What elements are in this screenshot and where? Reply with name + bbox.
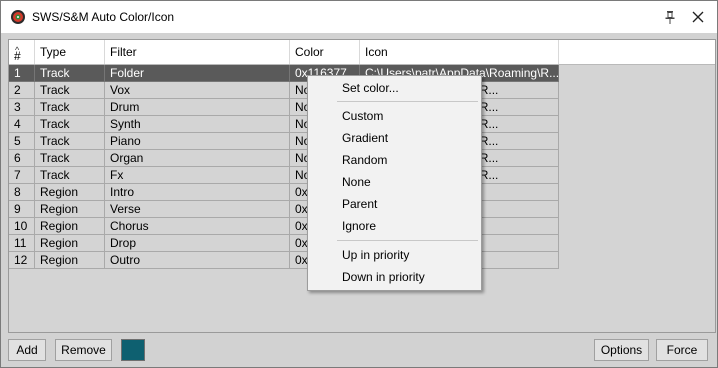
cell-filter: Piano xyxy=(105,133,290,150)
menu-item-up-in-priority[interactable]: Up in priority xyxy=(309,244,480,266)
cell-number: 11 xyxy=(9,235,35,252)
cell-number: 7 xyxy=(9,167,35,184)
cell-filter: Synth xyxy=(105,116,290,133)
cell-filter: Verse xyxy=(105,201,290,218)
cell-number: 10 xyxy=(9,218,35,235)
cell-type: Region xyxy=(35,218,105,235)
menu-item-parent[interactable]: Parent xyxy=(309,193,480,215)
cell-type: Region xyxy=(35,252,105,269)
color-swatch[interactable] xyxy=(121,339,145,361)
column-header-number[interactable]: ^ # xyxy=(9,40,35,64)
column-header-color[interactable]: Color xyxy=(290,40,360,64)
cell-type: Track xyxy=(35,150,105,167)
cell-type: Track xyxy=(35,65,105,82)
cell-type: Track xyxy=(35,116,105,133)
cell-filter: Drum xyxy=(105,99,290,116)
cell-filter: Outro xyxy=(105,252,290,269)
cell-type: Track xyxy=(35,167,105,184)
cell-type: Region xyxy=(35,235,105,252)
cell-filter: Vox xyxy=(105,82,290,99)
pin-icon[interactable] xyxy=(661,8,679,26)
cell-filter: Folder xyxy=(105,65,290,82)
cell-filter: Chorus xyxy=(105,218,290,235)
reaper-logo-icon xyxy=(10,9,26,25)
cell-number: 12 xyxy=(9,252,35,269)
force-button[interactable]: Force xyxy=(656,339,708,361)
menu-item-ignore[interactable]: Ignore xyxy=(309,215,480,237)
menu-item-gradient[interactable]: Gradient xyxy=(309,127,480,149)
add-button[interactable]: Add xyxy=(8,339,46,361)
cell-number: 5 xyxy=(9,133,35,150)
title-bar: SWS/S&M Auto Color/Icon xyxy=(1,1,717,33)
menu-item-down-in-priority[interactable]: Down in priority xyxy=(309,266,480,288)
cell-number: 9 xyxy=(9,201,35,218)
cell-filter: Drop xyxy=(105,235,290,252)
cell-number: 4 xyxy=(9,116,35,133)
options-button[interactable]: Options xyxy=(594,339,649,361)
cell-number: 1 xyxy=(9,65,35,82)
menu-item-set-color[interactable]: Set color... xyxy=(309,77,480,99)
menu-separator xyxy=(337,101,478,102)
cell-filter: Organ xyxy=(105,150,290,167)
cell-number: 6 xyxy=(9,150,35,167)
column-header-type[interactable]: Type xyxy=(35,40,105,64)
cell-type: Region xyxy=(35,201,105,218)
cell-number: 3 xyxy=(9,99,35,116)
list-header: ^ # Type Filter Color Icon xyxy=(9,40,715,65)
context-menu: Set color... Custom Gradient Random None… xyxy=(307,75,482,291)
cell-number: 2 xyxy=(9,82,35,99)
menu-item-random[interactable]: Random xyxy=(309,149,480,171)
cell-type: Track xyxy=(35,133,105,150)
close-icon[interactable] xyxy=(689,8,707,26)
window-title: SWS/S&M Auto Color/Icon xyxy=(32,10,175,24)
cell-type: Region xyxy=(35,184,105,201)
remove-button[interactable]: Remove xyxy=(55,339,112,361)
cell-filter: Fx xyxy=(105,167,290,184)
auto-color-window: SWS/S&M Auto Color/Icon ^ # Type Filter xyxy=(0,0,718,368)
cell-type: Track xyxy=(35,99,105,116)
column-header-filter[interactable]: Filter xyxy=(105,40,290,64)
cell-number: 8 xyxy=(9,184,35,201)
cell-filter: Intro xyxy=(105,184,290,201)
cell-type: Track xyxy=(35,82,105,99)
menu-item-none[interactable]: None xyxy=(309,171,480,193)
column-header-icon[interactable]: Icon xyxy=(360,40,559,64)
menu-separator xyxy=(337,240,478,241)
menu-item-custom[interactable]: Custom xyxy=(309,105,480,127)
